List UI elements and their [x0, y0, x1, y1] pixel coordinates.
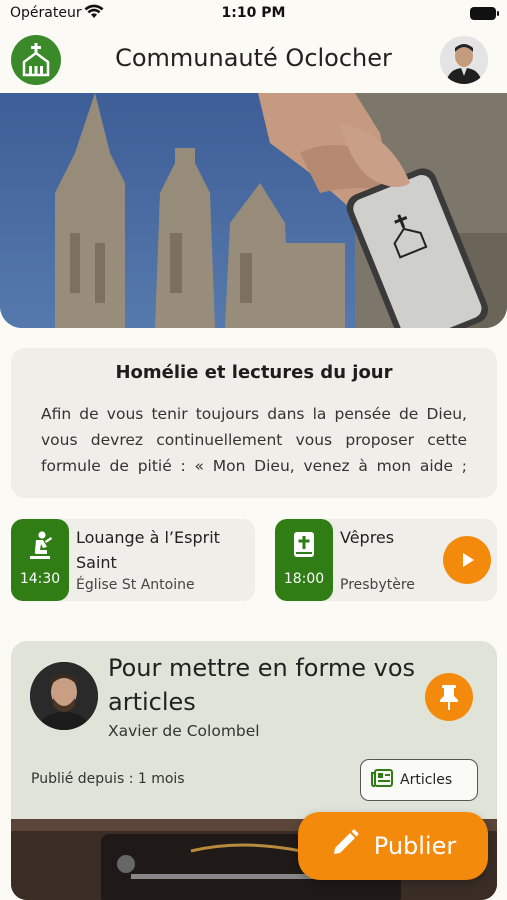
clock: 1:10 PM — [221, 5, 286, 21]
newspaper-icon — [371, 769, 393, 791]
battery-icon — [470, 7, 499, 20]
event-title: Vêpres — [340, 528, 395, 547]
event-card[interactable]: 18:00 Vêpres Presbytère — [275, 519, 497, 601]
event-time: 14:30 — [19, 571, 61, 587]
author-avatar — [30, 662, 98, 730]
category-label: Articles — [400, 772, 453, 788]
pencil-icon — [330, 828, 360, 864]
event-place: Église St Antoine — [76, 577, 195, 593]
event-time: 18:00 — [283, 571, 325, 587]
event-place: Presbytère — [340, 577, 415, 593]
event-time-badge: 18:00 — [275, 519, 333, 601]
hero-image — [0, 93, 507, 328]
post-author: Xavier de Colombel — [108, 722, 260, 740]
play-icon[interactable] — [443, 536, 491, 584]
church-logo-icon[interactable] — [11, 35, 61, 85]
publish-label: Publier — [373, 832, 457, 860]
homily-title: Homélie et lectures du jour — [115, 362, 393, 383]
event-title: Louange à l’Esprit Saint — [76, 528, 220, 572]
praying-person-icon — [11, 531, 69, 559]
app-header: Communauté Oclocher — [0, 30, 507, 92]
homily-card[interactable]: Homélie et lectures du jour Afin de vous… — [11, 348, 497, 498]
status-bar: Opérateur 1:10 PM — [0, 0, 507, 30]
pin-icon[interactable] — [425, 673, 473, 721]
category-button[interactable]: Articles — [360, 759, 478, 801]
homily-text: Afin de vous tenir toujours dans la pens… — [41, 405, 467, 475]
event-time-badge: 14:30 — [11, 519, 69, 601]
published-label: Publié depuis : 1 mois — [31, 771, 185, 787]
event-card[interactable]: 14:30 Louange à l’Esprit Saint Église St… — [11, 519, 255, 601]
app-title: Communauté Oclocher — [115, 44, 392, 72]
post-title: Pour mettre en forme vos articles — [108, 654, 416, 716]
bible-icon — [275, 531, 333, 558]
publish-button[interactable]: Publier — [298, 812, 488, 880]
user-avatar[interactable] — [440, 36, 488, 84]
